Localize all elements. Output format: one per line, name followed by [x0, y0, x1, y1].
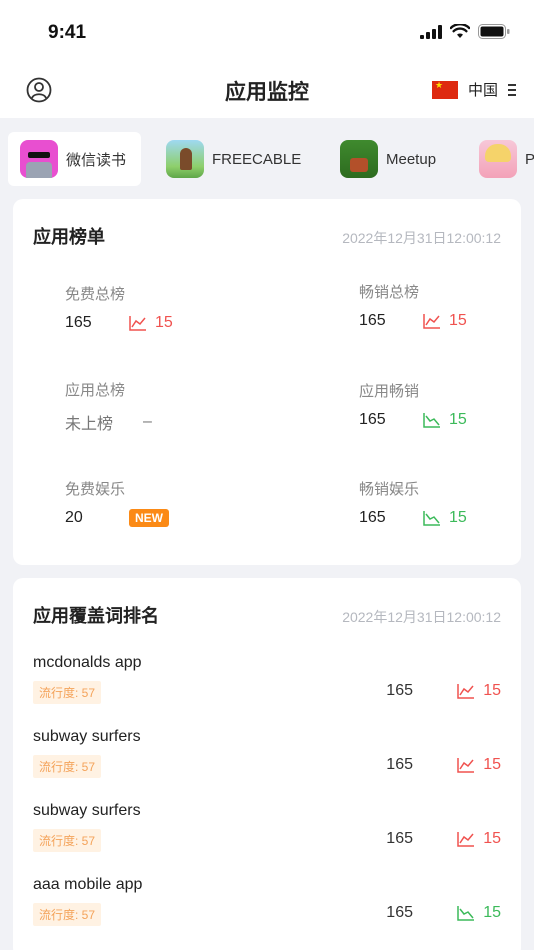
ranking-trend: 15 — [423, 411, 467, 429]
keyword-name: aaa mobile app — [33, 876, 143, 893]
ranking-change: 15 — [449, 312, 467, 329]
ranking-label: 畅销娱乐 — [359, 481, 420, 498]
trend-down-chart-icon — [457, 906, 475, 921]
new-badge: NEW — [129, 509, 169, 527]
rankings-title: 应用榜单 — [33, 227, 105, 247]
ranking-label: 免费娱乐 — [65, 481, 126, 498]
cellular-signal-icon — [420, 24, 442, 39]
app-tab-label: 微信读书 — [66, 151, 127, 169]
keyword-trend: 15 — [457, 904, 501, 922]
rankings-timestamp: 2022年12月31日12:00:12 — [342, 230, 501, 246]
app-tab-meetup[interactable]: Meetup — [340, 132, 436, 186]
battery-icon — [478, 24, 510, 39]
ranking-item-grossing-entertainment[interactable]: 畅销娱乐 165 15 — [359, 478, 534, 527]
meetup-app-icon — [340, 140, 378, 178]
popularity-badge: 流行度: 57 — [33, 903, 102, 926]
ranking-item-grossing-overall[interactable]: 畅销总榜 165 15 — [359, 281, 534, 330]
keyword-row[interactable]: mcdonalds app 流行度: 57 165 15 — [33, 654, 501, 718]
keyword-name: mcdonalds app — [33, 654, 142, 671]
china-flag-icon — [431, 80, 458, 99]
keyword-trend: 15 — [457, 682, 501, 700]
app-tab-partial[interactable]: P — [479, 132, 534, 186]
ranking-change: 15 — [449, 411, 467, 428]
country-selector[interactable]: 中国 — [431, 79, 516, 100]
wifi-icon — [450, 24, 470, 38]
keyword-row[interactable]: subway surfers 流行度: 57 165 15 — [33, 802, 501, 866]
keyword-change: 15 — [483, 682, 501, 699]
app-tab-freecable[interactable]: FREECABLE — [166, 132, 301, 186]
status-icons — [420, 24, 510, 39]
keyword-rank: 165 — [386, 756, 413, 773]
navigation-bar: 应用监控 中国 — [0, 66, 534, 118]
app-tab-label: P — [525, 150, 534, 168]
ranking-value: 20 — [65, 509, 83, 526]
freecable-app-icon — [166, 140, 204, 178]
trend-up-chart-icon — [457, 832, 475, 847]
keyword-ranking-title: 应用覆盖词排名 — [33, 606, 159, 626]
app-tab-label: Meetup — [386, 150, 437, 168]
anime-game-app-icon — [479, 140, 517, 178]
popularity-badge: 流行度: 57 — [33, 681, 102, 704]
ranking-change: 15 — [155, 314, 173, 331]
keyword-row[interactable]: subway surfers 流行度: 57 165 15 — [33, 728, 501, 792]
ranking-label: 免费总榜 — [65, 286, 126, 303]
ranking-item-free-overall[interactable]: 免费总榜 165 15 — [65, 283, 265, 332]
trend-up-chart-icon — [129, 316, 146, 331]
keyword-name: subway surfers — [33, 802, 141, 819]
keyword-ranking-timestamp: 2022年12月31日12:00:12 — [342, 609, 501, 625]
keyword-rank: 165 — [386, 904, 413, 921]
ranking-value: 165 — [359, 509, 386, 526]
ranking-trend: 15 — [423, 312, 467, 330]
ranking-change: – — [143, 413, 152, 430]
ranking-item-apps-overall[interactable]: 应用总榜 未上榜 – — [65, 379, 265, 434]
app-tab-weread[interactable]: 微信读书 — [8, 132, 141, 186]
keyword-row[interactable]: aaa mobile app 流行度: 57 165 15 — [33, 876, 501, 940]
keyword-ranking-card: 应用覆盖词排名 2022年12月31日12:00:12 mcdonalds ap… — [13, 578, 521, 950]
trend-down-chart-icon — [423, 413, 440, 428]
menu-icon — [508, 83, 516, 96]
ranking-label: 畅销总榜 — [359, 284, 420, 301]
ranking-trend: 15 — [129, 314, 173, 332]
rankings-card: 应用榜单 2022年12月31日12:00:12 免费总榜 165 15 畅销总… — [13, 199, 521, 565]
ranking-label: 应用畅销 — [359, 383, 420, 400]
ranking-value: 165 — [65, 314, 92, 331]
weread-app-icon — [20, 140, 58, 178]
ranking-value: 165 — [359, 312, 386, 329]
country-label: 中国 — [467, 82, 498, 99]
trend-up-chart-icon — [457, 684, 475, 699]
keyword-trend: 15 — [457, 830, 501, 848]
ranking-trend: 15 — [423, 509, 467, 527]
app-tabs: 微信读书 FREECABLE Meetup P — [0, 118, 534, 200]
keyword-change: 15 — [483, 904, 501, 921]
ranking-label: 应用总榜 — [65, 382, 126, 399]
trend-up-chart-icon — [457, 758, 475, 773]
trend-down-chart-icon — [423, 511, 440, 526]
keyword-change: 15 — [483, 830, 501, 847]
ranking-value: 165 — [359, 411, 386, 428]
popularity-badge: 流行度: 57 — [33, 829, 102, 852]
ranking-value: 未上榜 — [65, 416, 114, 433]
keyword-change: 15 — [483, 756, 501, 773]
keyword-rank: 165 — [386, 830, 413, 847]
app-tab-label: FREECABLE — [212, 150, 302, 168]
ranking-item-free-entertainment[interactable]: 免费娱乐 20 NEW — [65, 478, 265, 527]
ranking-item-apps-grossing[interactable]: 应用畅销 165 15 — [359, 380, 534, 429]
status-bar: 9:41 — [0, 0, 534, 66]
status-time: 9:41 — [48, 22, 87, 43]
keyword-name: subway surfers — [33, 728, 141, 745]
popularity-badge: 流行度: 57 — [33, 755, 102, 778]
trend-up-chart-icon — [423, 314, 440, 329]
keyword-trend: 15 — [457, 756, 501, 774]
ranking-change: 15 — [449, 509, 467, 526]
keyword-rank: 165 — [386, 682, 413, 699]
